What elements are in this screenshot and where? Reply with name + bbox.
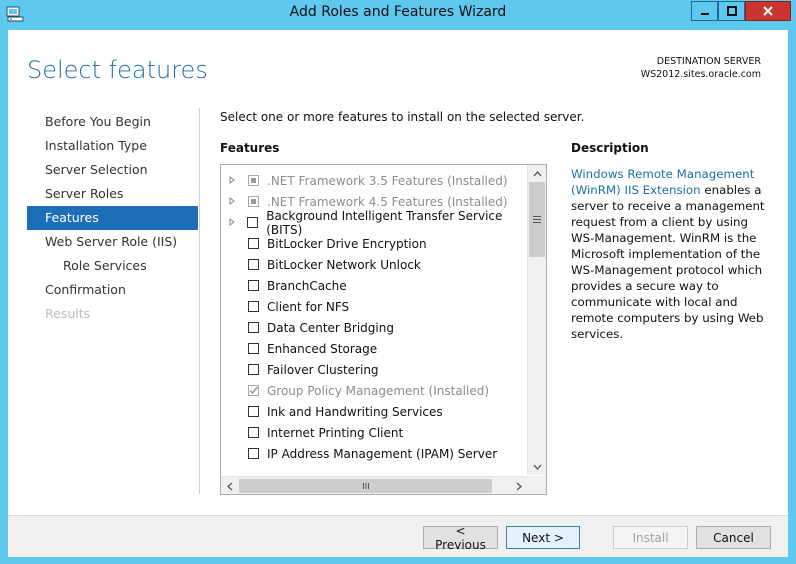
feature-label: BitLocker Drive Encryption: [267, 236, 427, 251]
feature-label: Data Center Bridging: [267, 320, 394, 335]
nav-item-role-services[interactable]: Role Services: [27, 254, 198, 278]
feature-label: Ink and Handwriting Services: [267, 404, 443, 419]
feature-row[interactable]: BitLocker Drive Encryption: [221, 233, 527, 254]
grip-icon: [533, 216, 541, 223]
description-text: Windows Remote Management (WinRM) IIS Ex…: [571, 166, 767, 342]
feature-row[interactable]: Data Center Bridging: [221, 317, 527, 338]
feature-row[interactable]: BranchCache: [221, 275, 527, 296]
feature-label: .NET Framework 4.5 Features (Installed): [267, 194, 508, 209]
feature-checkbox[interactable]: [247, 217, 259, 228]
feature-row[interactable]: Group Policy Management (Installed): [221, 380, 527, 401]
install-button: Install: [613, 526, 688, 549]
destination-server-name: WS2012.sites.oracle.com: [640, 69, 761, 80]
partial-check-indicator: [251, 199, 256, 204]
feature-checkbox: [248, 385, 259, 396]
features-list[interactable]: .NET Framework 3.5 Features (Installed).…: [220, 164, 547, 495]
vertical-scroll-thumb[interactable]: [529, 182, 545, 257]
partial-check-indicator: [251, 178, 256, 183]
feature-label: Enhanced Storage: [267, 341, 378, 356]
feature-checkbox[interactable]: [248, 343, 259, 354]
feature-label: Internet Printing Client: [267, 425, 404, 440]
nav-divider: [199, 108, 200, 494]
feature-checkbox[interactable]: [248, 259, 259, 270]
horizontal-scrollbar[interactable]: [221, 476, 527, 494]
title-bar: Add Roles and Features Wizard: [0, 0, 796, 30]
nav-item-features[interactable]: Features: [27, 206, 198, 230]
feature-checkbox[interactable]: [248, 238, 259, 249]
nav-item-server-roles[interactable]: Server Roles: [27, 182, 198, 206]
feature-row[interactable]: BitLocker Network Unlock: [221, 254, 527, 275]
scroll-down-arrow[interactable]: [528, 458, 546, 475]
feature-label: Client for NFS: [267, 299, 350, 314]
minimize-button[interactable]: [691, 1, 718, 21]
next-button[interactable]: Next >: [506, 526, 580, 549]
chevron-up-icon: [533, 170, 542, 176]
feature-label: Failover Clustering: [267, 362, 379, 377]
wizard-nav: Before You Begin Installation Type Serve…: [27, 110, 198, 326]
feature-checkbox[interactable]: [248, 364, 259, 375]
feature-label: .NET Framework 3.5 Features (Installed): [267, 173, 508, 188]
destination-server-label: DESTINATION SERVER: [656, 56, 761, 67]
description-body: enables a server to receive a management…: [571, 183, 765, 341]
expand-arrow-icon[interactable]: [225, 196, 239, 207]
feature-row[interactable]: Client for NFS: [221, 296, 527, 317]
feature-row[interactable]: Background Intelligent Transfer Service …: [221, 209, 527, 237]
scroll-left-arrow[interactable]: [221, 477, 238, 494]
cancel-button[interactable]: Cancel: [696, 526, 771, 549]
feature-checkbox[interactable]: [248, 322, 259, 333]
chevron-down-icon: [533, 464, 542, 470]
previous-button[interactable]: < Previous: [423, 524, 498, 552]
minimize-icon: [700, 13, 709, 15]
scroll-right-arrow[interactable]: [510, 477, 527, 494]
maximize-button[interactable]: [718, 1, 745, 21]
feature-label: BitLocker Network Unlock: [267, 257, 421, 272]
feature-row[interactable]: .NET Framework 3.5 Features (Installed): [221, 170, 527, 191]
grip-icon: [362, 483, 369, 489]
chevron-left-icon: [226, 482, 232, 490]
vertical-scrollbar[interactable]: [527, 165, 546, 475]
page-title: Select features: [27, 56, 208, 84]
horizontal-scroll-thumb[interactable]: [239, 479, 492, 493]
close-button[interactable]: [745, 1, 791, 21]
feature-checkbox: [248, 175, 259, 186]
feature-checkbox[interactable]: [248, 301, 259, 312]
checkmark-icon: [248, 385, 259, 400]
expand-arrow-icon[interactable]: [225, 217, 238, 228]
nav-item-web-server-role[interactable]: Web Server Role (IIS): [27, 230, 198, 254]
feature-label: BranchCache: [267, 278, 347, 293]
feature-row[interactable]: Internet Printing Client: [221, 422, 527, 443]
nav-item-server-selection[interactable]: Server Selection: [27, 158, 198, 182]
wizard-footer: < Previous Next > Install Cancel: [8, 515, 788, 557]
expand-arrow-icon[interactable]: [225, 175, 239, 186]
description-heading: Description: [571, 141, 649, 155]
feature-checkbox[interactable]: [248, 406, 259, 417]
nav-item-confirmation[interactable]: Confirmation: [27, 278, 198, 302]
feature-row[interactable]: Ink and Handwriting Services: [221, 401, 527, 422]
wizard-window: Select features DESTINATION SERVER WS201…: [8, 30, 788, 557]
feature-checkbox[interactable]: [248, 427, 259, 438]
features-heading: Features: [220, 141, 280, 155]
feature-checkbox[interactable]: [248, 448, 259, 459]
feature-label: Group Policy Management (Installed): [267, 383, 490, 398]
feature-row[interactable]: Failover Clustering: [221, 359, 527, 380]
scrollbar-corner: [527, 476, 546, 494]
close-icon: [763, 6, 773, 16]
feature-checkbox: [248, 196, 259, 207]
instruction-text: Select one or more features to install o…: [220, 110, 585, 124]
feature-label: IP Address Management (IPAM) Server: [267, 446, 498, 461]
window-title: Add Roles and Features Wizard: [289, 4, 507, 20]
feature-row[interactable]: Enhanced Storage: [221, 338, 527, 359]
nav-item-before-you-begin[interactable]: Before You Begin: [27, 110, 198, 134]
maximize-icon: [726, 6, 737, 16]
feature-checkbox[interactable]: [248, 280, 259, 291]
chevron-right-icon: [516, 482, 522, 490]
feature-row[interactable]: IP Address Management (IPAM) Server: [221, 443, 527, 464]
nav-item-results: Results: [45, 306, 91, 321]
nav-item-installation-type[interactable]: Installation Type: [27, 134, 198, 158]
scroll-up-arrow[interactable]: [528, 165, 546, 182]
